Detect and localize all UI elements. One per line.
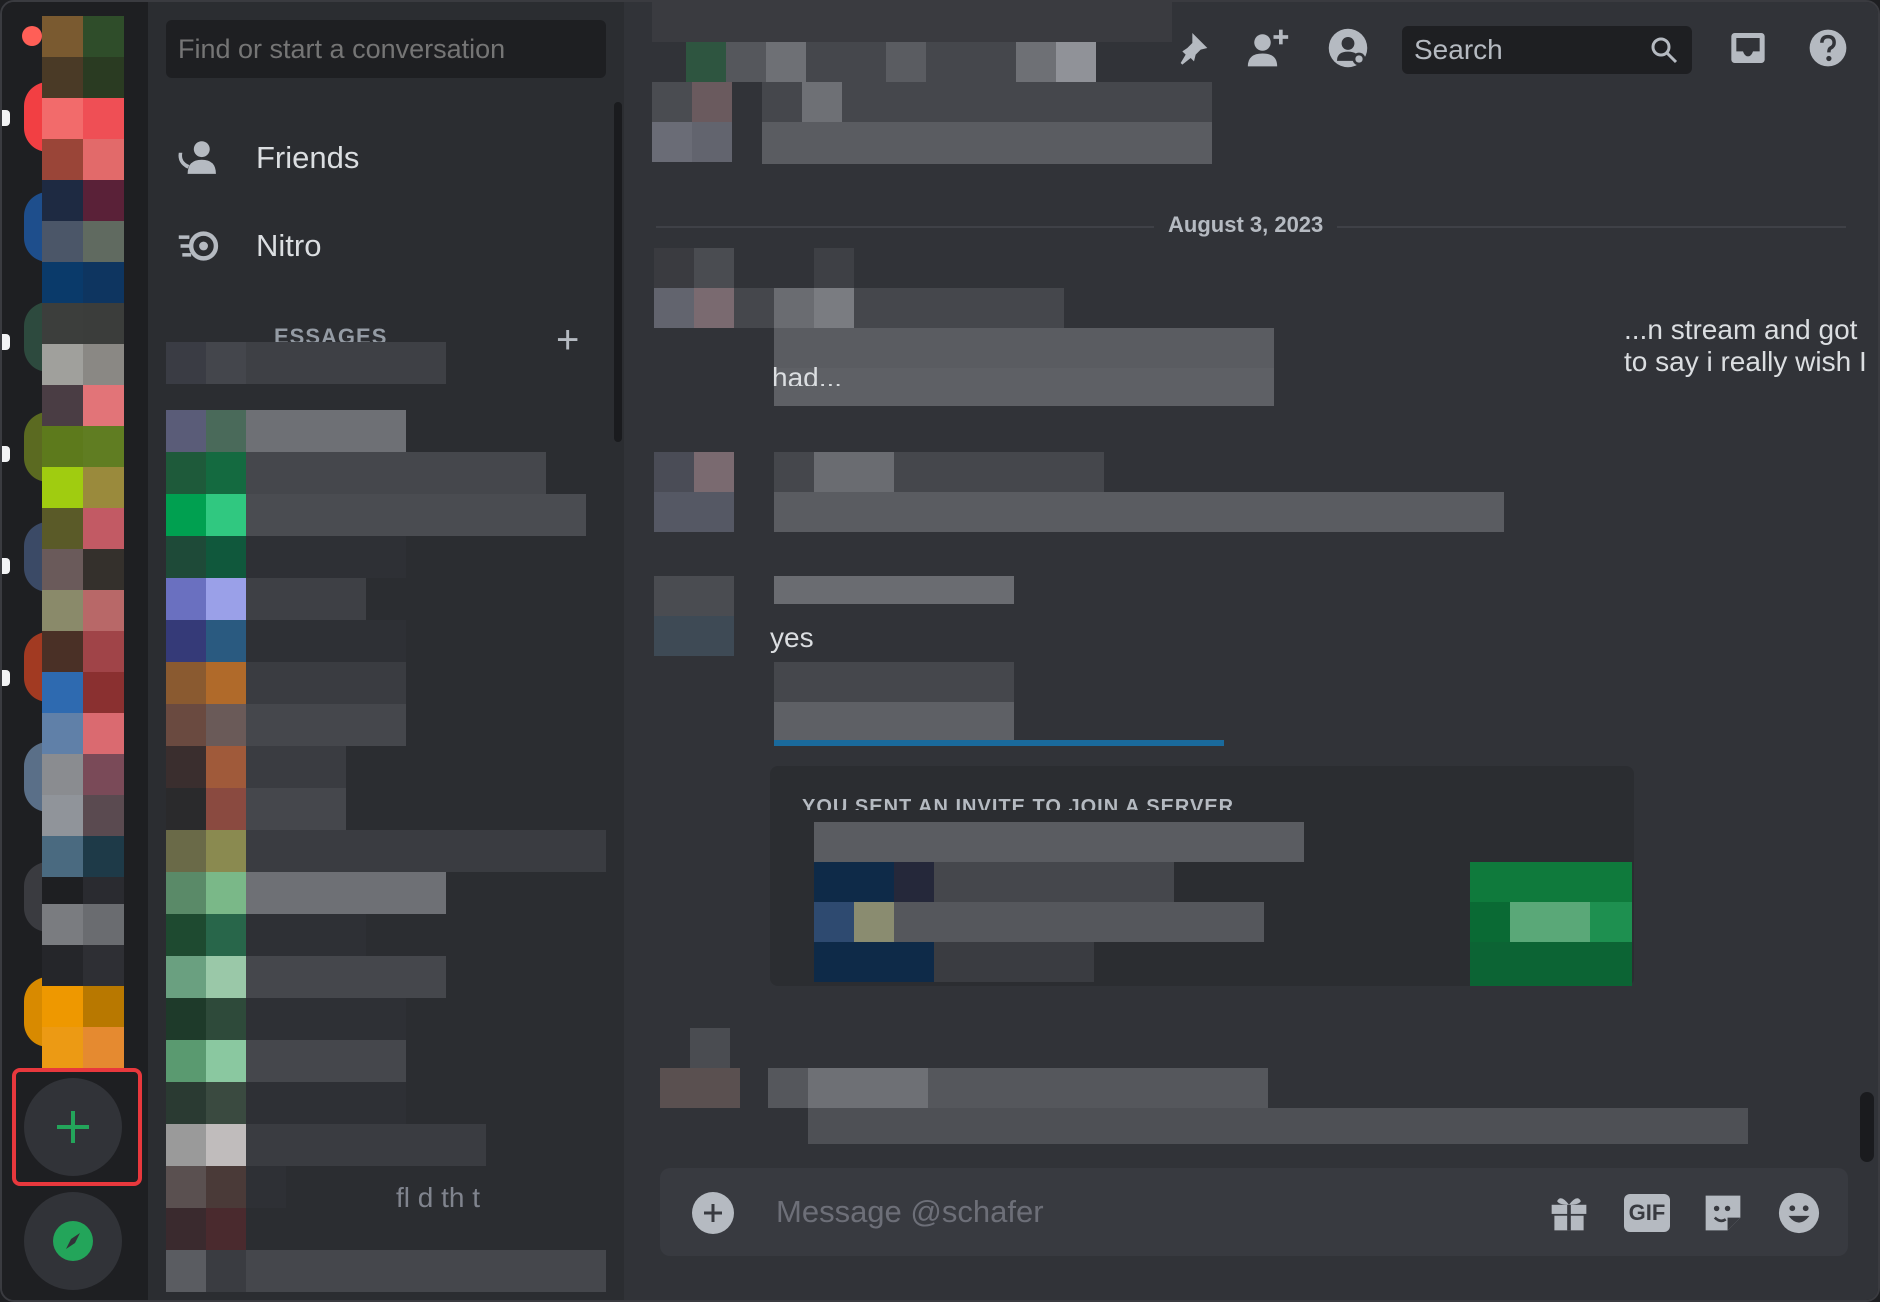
server-icon-blurred[interactable] xyxy=(42,986,124,1068)
unread-indicator xyxy=(2,558,10,574)
dm-item-preview: fl d th t xyxy=(396,1182,481,1212)
server-icon-blurred[interactable] xyxy=(42,180,124,262)
dm-sidebar: Friends Nitro ESSAGES + fl d th t xyxy=(148,2,624,1300)
dm-item-blurred[interactable] xyxy=(166,704,606,746)
explore-servers-button[interactable] xyxy=(24,1192,122,1290)
dm-item-blurred[interactable] xyxy=(166,1040,606,1082)
date-divider: August 3, 2023 xyxy=(1154,212,1338,238)
join-server-button[interactable] xyxy=(1470,862,1632,986)
nav-item-friends[interactable]: Friends xyxy=(174,122,594,194)
nitro-icon xyxy=(174,220,226,272)
find-conversation-input[interactable] xyxy=(166,20,606,78)
dm-item-blurred[interactable] xyxy=(166,788,606,830)
dm-item-blurred[interactable] xyxy=(166,914,606,956)
dm-item-blurred[interactable] xyxy=(166,1250,606,1292)
emoji-icon[interactable] xyxy=(1776,1190,1822,1236)
message-blurred xyxy=(652,82,1212,172)
server-icon-blurred[interactable] xyxy=(42,508,124,590)
sidebar-scrollbar[interactable] xyxy=(614,102,622,442)
server-icon-blurred[interactable] xyxy=(42,344,124,426)
close-window-button[interactable] xyxy=(22,26,42,46)
dm-item-blurred[interactable] xyxy=(166,830,606,872)
dm-item-blurred[interactable] xyxy=(166,998,606,1040)
search-icon xyxy=(1651,37,1678,64)
discord-window: Friends Nitro ESSAGES + fl d th t xyxy=(0,0,1880,1302)
dm-item-blurred[interactable] xyxy=(166,578,606,620)
message-blurred xyxy=(654,248,1274,408)
server-icon-blurred[interactable] xyxy=(42,16,124,98)
message-text: yes xyxy=(770,622,814,653)
chat-scrollbar[interactable] xyxy=(1860,1092,1874,1162)
server-rail xyxy=(2,2,148,1300)
compass-icon xyxy=(53,1221,93,1261)
dm-item-blurred[interactable] xyxy=(166,746,606,788)
server-icon-blurred[interactable] xyxy=(42,754,124,836)
gift-icon[interactable] xyxy=(1546,1190,1592,1236)
dm-item-blurred[interactable] xyxy=(166,1124,606,1166)
dm-item-blurred[interactable] xyxy=(166,1208,606,1250)
pin-icon[interactable] xyxy=(1170,24,1218,72)
dm-item-blurred[interactable] xyxy=(166,662,606,704)
dm-item-blurred[interactable] xyxy=(166,1082,606,1124)
server-icon-blurred[interactable] xyxy=(42,672,124,754)
dm-item-blurred[interactable] xyxy=(166,494,606,536)
nav-item-label: Friends xyxy=(256,140,360,175)
nav-item-nitro[interactable]: Nitro xyxy=(174,210,594,282)
message-input[interactable] xyxy=(776,1168,1476,1256)
server-icon-blurred[interactable] xyxy=(42,590,124,672)
help-icon[interactable] xyxy=(1804,24,1852,72)
dm-item-blurred[interactable] xyxy=(166,872,606,914)
chat-area: Search August 3, 2023 ...n stream and go… xyxy=(624,2,1878,1300)
server-icon-blurred[interactable] xyxy=(42,262,124,344)
message-composer: GIF xyxy=(660,1168,1848,1256)
dm-item-blurred[interactable] xyxy=(166,342,606,384)
dm-item-blurred[interactable] xyxy=(166,956,606,998)
message-blurred xyxy=(660,1028,1750,1148)
unread-indicator xyxy=(2,446,10,462)
unread-indicator xyxy=(2,670,10,686)
unread-indicator xyxy=(2,110,10,126)
invite-server-blurred xyxy=(814,822,1304,982)
message-blurred xyxy=(654,576,1224,746)
search-placeholder: Search xyxy=(1414,34,1503,65)
server-icon-blurred[interactable] xyxy=(42,98,124,180)
inbox-icon[interactable] xyxy=(1724,24,1772,72)
message-blurred xyxy=(654,452,1534,536)
dm-item-blurred[interactable] xyxy=(166,452,606,494)
dm-item-blurred[interactable] xyxy=(166,410,606,452)
gif-icon[interactable]: GIF xyxy=(1624,1190,1670,1236)
dm-item-blurred[interactable] xyxy=(166,620,606,662)
nav-item-label: Nitro xyxy=(256,228,322,263)
sticker-icon[interactable] xyxy=(1700,1190,1746,1236)
invite-card-title: YOU SENT AN INVITE TO JOIN A SERVER xyxy=(802,796,1235,810)
search-input[interactable]: Search xyxy=(1402,26,1692,74)
message-text: ...n stream and got to say i really wish… xyxy=(1624,314,1867,377)
server-icon-blurred[interactable] xyxy=(42,904,124,986)
upload-plus-button[interactable] xyxy=(692,1192,734,1234)
dm-item-blurred[interactable] xyxy=(166,536,606,578)
server-invite-card: YOU SENT AN INVITE TO JOIN A SERVER xyxy=(770,766,1634,986)
annotation-highlight-box xyxy=(12,1068,142,1186)
message-text: had... xyxy=(772,362,843,386)
friends-icon xyxy=(174,132,226,184)
plus-icon xyxy=(704,1204,722,1222)
gif-label: GIF xyxy=(1624,1194,1670,1232)
user-profile-icon[interactable] xyxy=(1324,24,1372,72)
unread-indicator xyxy=(2,334,10,350)
server-icon-blurred[interactable] xyxy=(42,426,124,508)
add-friend-dm-icon[interactable] xyxy=(1244,24,1292,72)
